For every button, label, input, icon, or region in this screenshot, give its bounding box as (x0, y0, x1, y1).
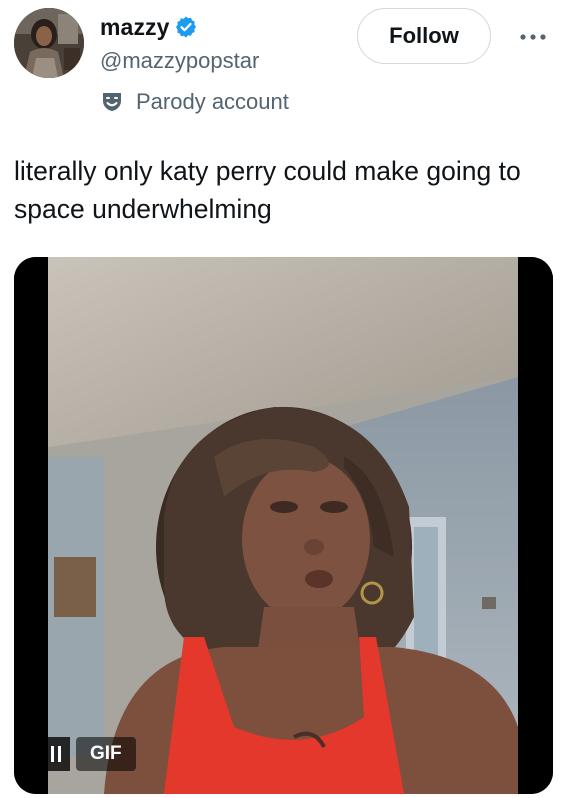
parody-account-label: Parody account (100, 89, 289, 115)
display-name[interactable]: mazzy (100, 14, 170, 41)
theater-mask-icon (100, 90, 124, 114)
gif-badge: GIF (76, 737, 136, 771)
gif-frame (14, 257, 553, 794)
pause-icon (51, 746, 54, 762)
tweet-card: mazzy @mazzypopstar Parody account Follo… (0, 0, 565, 798)
author-handle[interactable]: @mazzypopstar (100, 48, 259, 74)
gif-controls: GIF (42, 737, 136, 771)
author-name-row[interactable]: mazzy (100, 10, 198, 44)
parody-label-text: Parody account (136, 89, 289, 114)
gif-media[interactable] (14, 257, 553, 794)
more-options-button[interactable] (516, 24, 550, 50)
pause-button[interactable] (42, 737, 70, 771)
follow-button[interactable]: Follow (357, 8, 491, 64)
verified-badge-icon (174, 15, 198, 39)
avatar[interactable] (14, 8, 84, 78)
more-horizontal-icon (520, 34, 546, 40)
pause-icon-bar (58, 746, 61, 762)
tweet-text: literally only katy perry could make goi… (14, 156, 521, 224)
